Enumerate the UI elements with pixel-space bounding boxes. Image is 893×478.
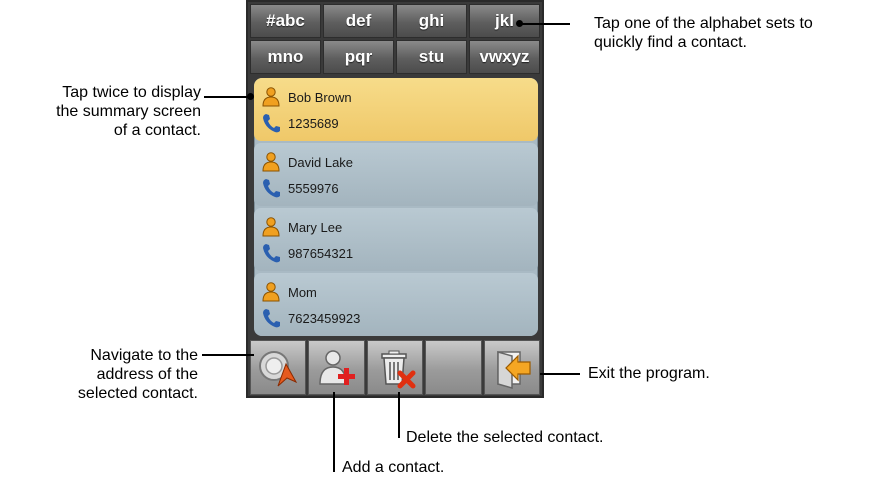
contact-phone: 5559976 (288, 180, 339, 196)
navigate-icon (259, 350, 298, 386)
callout-navigate: Navigate to the address of the selected … (77, 347, 198, 402)
person-icon (262, 87, 280, 107)
callout-line (204, 96, 250, 98)
contact-item[interactable]: David Lake 5559976 (254, 143, 538, 206)
callout-tap-twice: Tap twice to display the summary screen … (56, 84, 201, 139)
alpha-button-pqr[interactable]: pqr (323, 40, 394, 74)
contact-name: Mary Lee (288, 219, 343, 235)
callout-add: Add a contact. (342, 459, 445, 476)
contact-item[interactable]: Mom 7623459923 (254, 273, 538, 336)
add-contact-icon (318, 349, 355, 385)
contact-list[interactable]: Bob Brown 1235689 David Lake 5559976 Mar… (254, 78, 538, 336)
phone-icon (263, 244, 280, 263)
alpha-button-abc[interactable]: #abc (250, 4, 321, 38)
contact-phone: 1235689 (288, 115, 339, 131)
alpha-button-stu[interactable]: stu (396, 40, 467, 74)
contact-name: David Lake (288, 154, 354, 170)
contact-item[interactable]: Bob Brown 1235689 (254, 78, 538, 141)
callout-alphabet: Tap one of the alphabet sets to quickly … (594, 15, 813, 51)
navigate-button[interactable] (250, 340, 307, 395)
person-icon (262, 217, 280, 237)
callout-delete: Delete the selected contact. (406, 429, 604, 446)
empty-toolbar-slot (425, 340, 482, 395)
phone-icon (263, 309, 280, 328)
contact-name: Mom (288, 284, 317, 300)
exit-button[interactable] (483, 340, 541, 395)
contact-phone: 987654321 (288, 245, 354, 261)
alpha-button-mno[interactable]: mno (250, 40, 321, 74)
callout-line (333, 392, 335, 472)
callout-line (520, 23, 570, 25)
add-contact-button[interactable] (308, 340, 365, 395)
alpha-button-vwxyz[interactable]: vwxyz (469, 40, 540, 74)
contact-item[interactable]: Mary Lee 987654321 (254, 208, 538, 271)
contact-phone: 7623459923 (288, 310, 361, 326)
person-icon (262, 152, 280, 172)
callout-line (540, 373, 580, 375)
exit-icon (497, 350, 531, 389)
alphabet-grid: #abc def ghi jkl mno pqr stu vwxyz (250, 4, 540, 74)
contact-name: Bob Brown (288, 89, 352, 105)
callout-exit: Exit the program. (588, 365, 710, 382)
contacts-app-screen: #abc def ghi jkl mno pqr stu vwxyz Bob B… (246, 0, 544, 398)
phone-icon (263, 179, 280, 198)
bottom-toolbar (250, 340, 541, 395)
person-icon (262, 282, 280, 302)
alpha-button-jkl[interactable]: jkl (469, 4, 540, 38)
callout-line (398, 392, 400, 438)
alpha-button-def[interactable]: def (323, 4, 394, 38)
trash-icon (381, 350, 416, 388)
callout-line (202, 354, 254, 356)
callout-dot (247, 93, 254, 100)
phone-icon (263, 114, 280, 133)
delete-button[interactable] (366, 340, 424, 395)
alpha-button-ghi[interactable]: ghi (396, 4, 467, 38)
